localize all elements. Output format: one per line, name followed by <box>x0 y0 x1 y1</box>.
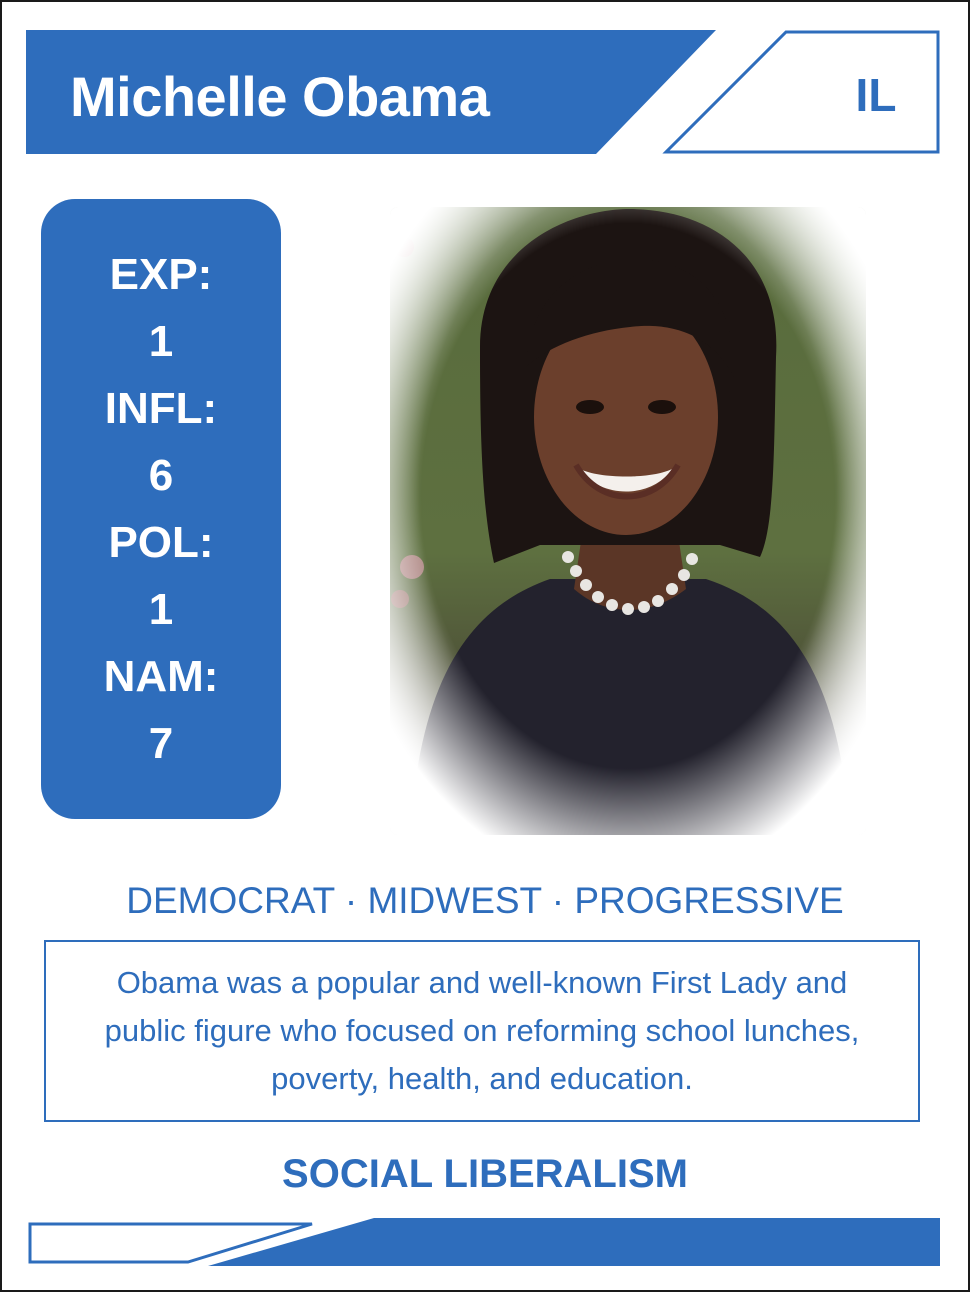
stat-value-exp: 1 <box>148 317 174 366</box>
stat-value-nam: 7 <box>148 719 174 768</box>
stat-label-exp: EXP: <box>109 250 213 299</box>
portrait-illustration <box>390 207 866 835</box>
stat-label-nam: NAM: <box>103 652 219 701</box>
party-region-faction: DEMOCRAT · MIDWEST · PROGRESSIVE <box>126 880 844 921</box>
stat-label-infl: INFL: <box>104 384 218 433</box>
candidate-card: Michelle Obama IL EXP: 1 INFL: 6 POL: 1 … <box>0 0 970 1292</box>
footer-banner <box>28 1218 940 1266</box>
portrait-photo <box>390 207 866 835</box>
ideology-label: SOCIAL LIBERALISM <box>282 1152 688 1196</box>
description-text: Obama was a popular and well-known First… <box>104 965 860 1096</box>
stat-value-pol: 1 <box>148 585 174 634</box>
stat-value-infl: 6 <box>148 451 174 500</box>
stat-label-pol: POL: <box>108 518 214 567</box>
stats-panel: EXP: 1 INFL: 6 POL: 1 NAM: 7 <box>41 199 281 819</box>
description-box: Obama was a popular and well-known First… <box>44 940 920 1122</box>
candidate-name: Michelle Obama <box>70 65 490 128</box>
footer-fill-shape <box>208 1218 940 1266</box>
state-code: IL <box>855 69 897 121</box>
